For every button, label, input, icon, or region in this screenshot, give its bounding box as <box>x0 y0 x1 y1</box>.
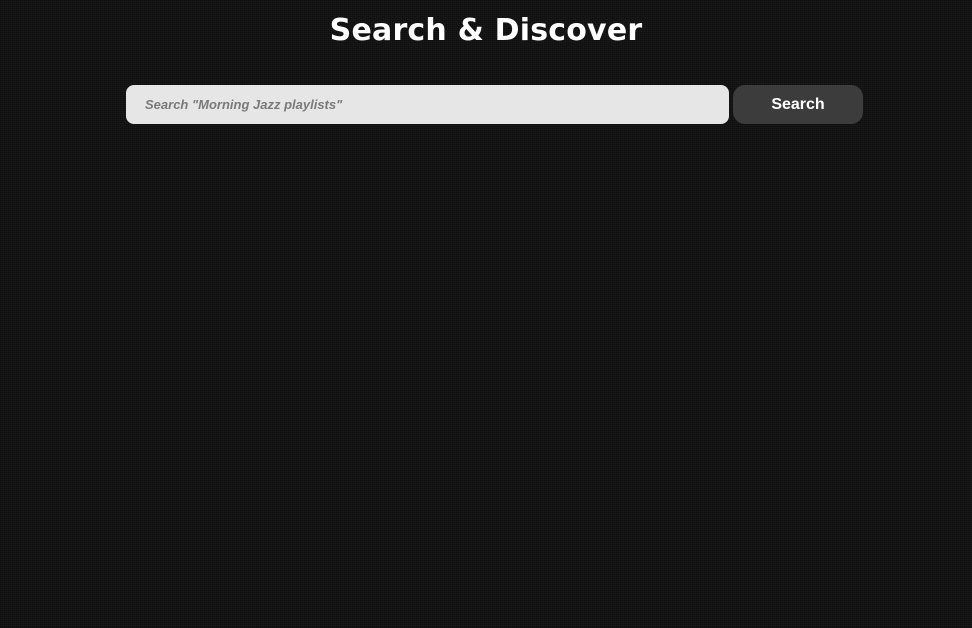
results-area <box>126 140 863 600</box>
page-title: Search & Discover <box>329 13 643 48</box>
search-button[interactable]: Search <box>733 85 863 124</box>
search-bar: Search <box>126 85 863 124</box>
search-input[interactable] <box>126 85 729 124</box>
